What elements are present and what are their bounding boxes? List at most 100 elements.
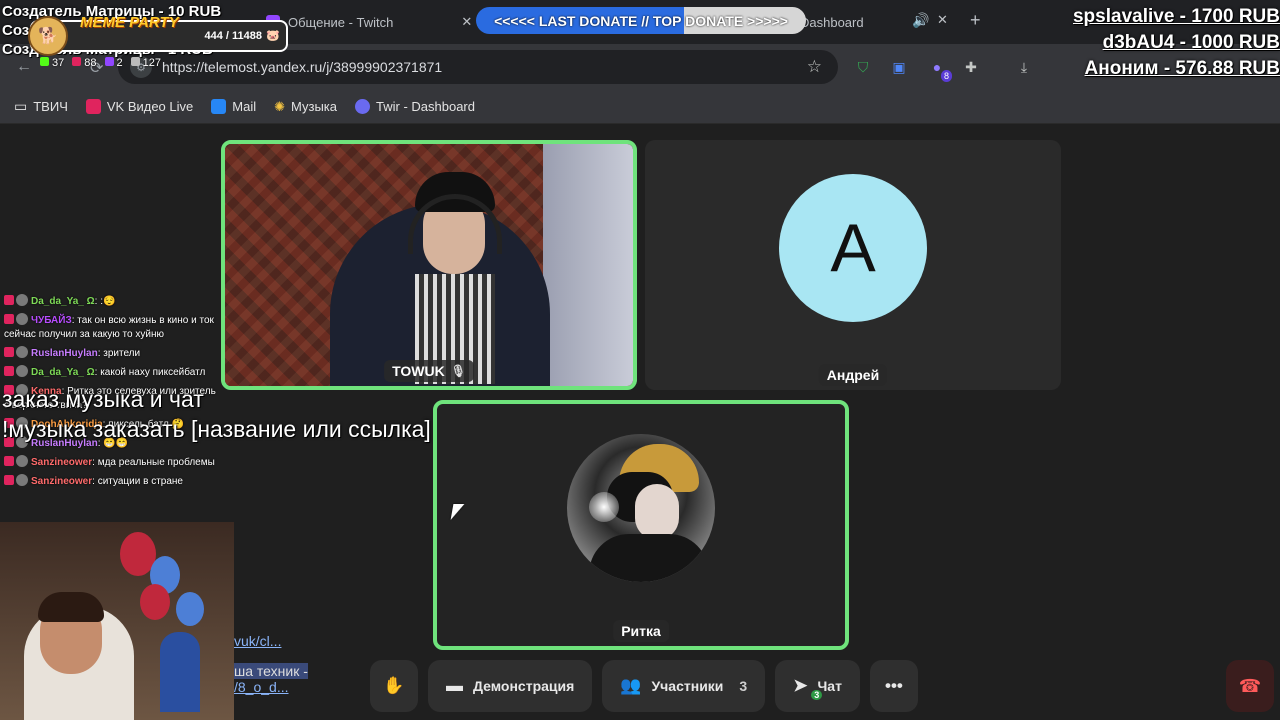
kick-icon (40, 57, 49, 66)
stream-stats: 37 88 2 127 (40, 57, 161, 69)
avatar-initial: А (830, 210, 876, 286)
close-tab-icon[interactable]: ✕ (461, 14, 472, 30)
extension-icon[interactable]: ▣ (890, 58, 908, 76)
chat-nick: Sanzineower (31, 457, 93, 468)
participant-tile-ritka[interactable]: Ритка (433, 400, 849, 650)
bookmark-label: ТВИЧ (33, 99, 68, 114)
address-bar[interactable]: ⚙ https://telemost.yandex.ru/j/389999023… (118, 50, 838, 84)
download-icon[interactable]: ⤓ (1015, 58, 1033, 76)
chat-avatar (16, 313, 28, 325)
participants-button[interactable]: 👥 Участники 3 (602, 660, 766, 712)
participant-name: Андрей (826, 367, 880, 383)
figurine-shape (160, 632, 200, 712)
music-order-overlay: заказ музыка и чат !музыка заказать [наз… (2, 384, 431, 444)
raise-hand-button[interactable]: ✋ (370, 660, 418, 712)
bookmark-vk-live[interactable]: VK Видео Live (85, 99, 193, 114)
chat-text: ситуации в стране (97, 476, 183, 487)
tab-title: Общение - Twitch (288, 14, 394, 30)
live-badge-icon (4, 295, 14, 305)
twitch-icon (104, 57, 114, 66)
balloon-shape (176, 592, 204, 626)
stat-value: 127 (142, 57, 161, 69)
chat-avatar (16, 474, 28, 486)
live-badge-icon (4, 456, 14, 466)
bookmark-mail[interactable]: Mail (211, 99, 256, 114)
chat-message: Sanzineower: ситуации в стране (4, 474, 218, 489)
hand-icon: ✋ (383, 676, 405, 695)
chat-button[interactable]: ➤ 3 Чат (775, 660, 860, 712)
participant-name-tag: TOWUK 🎙 (384, 360, 474, 382)
chat-text: :😌 (100, 296, 116, 307)
new-tab-icon[interactable]: + (970, 10, 981, 31)
streamer-video (38, 592, 104, 622)
participant-name: Ритка (621, 623, 661, 639)
live-badge-icon (4, 314, 14, 324)
text-snippet: ша техник - (234, 663, 308, 679)
chat-message: Sanzineower: мда реальные проблемы (4, 455, 218, 470)
stat-value: 88 (84, 57, 97, 69)
participant-tile-towuk[interactable]: TOWUK 🎙 (221, 140, 637, 390)
bookmark-music[interactable]: ✺ Музыка (274, 99, 337, 115)
chat-text: мда реальные проблемы (97, 457, 215, 468)
avatar (567, 434, 715, 582)
people-icon: 👥 (620, 676, 642, 695)
live-badge-icon (4, 366, 14, 376)
screen: Общение - Twitch ✕ Dashboard 🔊 ✕ + ← ⟳ ⚙… (0, 0, 1280, 720)
extension-icon[interactable]: ● 8 (928, 58, 952, 82)
bookmarks-bar: ▭ ТВИЧ VK Видео Live Mail ✺ Музыка Twir … (0, 90, 1280, 124)
chat-avatar (16, 455, 28, 467)
bookmark-twir[interactable]: Twir - Dashboard (355, 99, 475, 114)
top-donors-overlay: spslavalive - 1700 RUB d3bAU4 - 1000 RUB… (1073, 4, 1280, 82)
close-tab-icon[interactable]: ✕ (937, 12, 948, 28)
chat-nick: RuslanHuylan (31, 348, 98, 359)
hangup-button[interactable]: ☎ (1226, 660, 1274, 712)
avatar-photo (589, 492, 619, 522)
meme-party-widget: 🐕 MEME PARTY 444 / 11488 🐷 (28, 14, 288, 56)
stat-item: 2 (104, 57, 123, 69)
send-icon: ➤ (793, 676, 808, 695)
avatar-photo (589, 534, 709, 582)
viewers-icon (130, 57, 140, 66)
link-snippet: /8_o_d... (234, 679, 289, 695)
participant-tile-andrey[interactable]: А Андрей (645, 140, 1061, 390)
phone-icon: ☎ (1238, 675, 1262, 696)
shield-icon[interactable]: ⛉ (854, 58, 872, 76)
chat-text: какой наху пиксейбатл (100, 367, 206, 378)
more-button[interactable]: ••• (869, 660, 918, 712)
donate-banner: <<<<< LAST DONATE // TOP DONATE >>>>> (476, 7, 806, 34)
order-line: заказ музыка и чат (2, 386, 204, 412)
more-icon: ••• (885, 676, 903, 695)
chat-nick: Da_da_Ya_ Ω (31, 296, 95, 307)
avatar-photo (635, 484, 679, 540)
mail-icon (211, 99, 227, 114)
doge-icon: 🐕 (28, 16, 68, 56)
chat-text: зрители (103, 348, 141, 359)
url-text: https://telemost.yandex.ru/j/38999902371… (162, 59, 443, 75)
video-background (543, 144, 633, 386)
participants-count: 3 (739, 678, 748, 694)
top-donor-line: d3bAU4 - 1000 RUB (1102, 32, 1280, 53)
participant-name-tag: Андрей (818, 364, 888, 386)
bookmark-twitch-folder[interactable]: ▭ ТВИЧ (14, 98, 68, 115)
puzzle-icon[interactable]: ✚ (962, 58, 980, 76)
stat-item: 88 (72, 57, 97, 69)
button-label: Участники (651, 678, 724, 694)
top-donor-line: spslavalive - 1700 RUB (1072, 6, 1280, 27)
bookmark-star-icon[interactable]: ☆ (807, 57, 822, 77)
chat-nick: ЧУБАЙЗ (31, 315, 72, 326)
vk-live-icon (85, 99, 101, 114)
stat-value: 2 (116, 57, 123, 69)
back-icon[interactable]: ← (16, 58, 32, 76)
chat-message: ЧУБАЙЗ: так он всю жизнь в кино и ток се… (4, 313, 214, 340)
participant-name-tag: Ритка (613, 620, 669, 642)
speaker-icon[interactable]: 🔊 (912, 12, 929, 29)
participant-name: TOWUK (392, 363, 445, 379)
balloon-shape (140, 584, 170, 620)
music-icon: ✺ (274, 98, 286, 114)
folder-icon: ▭ (14, 98, 28, 114)
tab-twitch[interactable]: Общение - Twitch ✕ (256, 6, 482, 38)
chat-message: Da_da_Ya_ Ω: :😌 (4, 294, 218, 309)
extension-badge: 8 (940, 70, 952, 82)
screen-share-button[interactable]: ▬ Демонстрация (428, 660, 593, 712)
streamer-webcam (0, 522, 234, 720)
